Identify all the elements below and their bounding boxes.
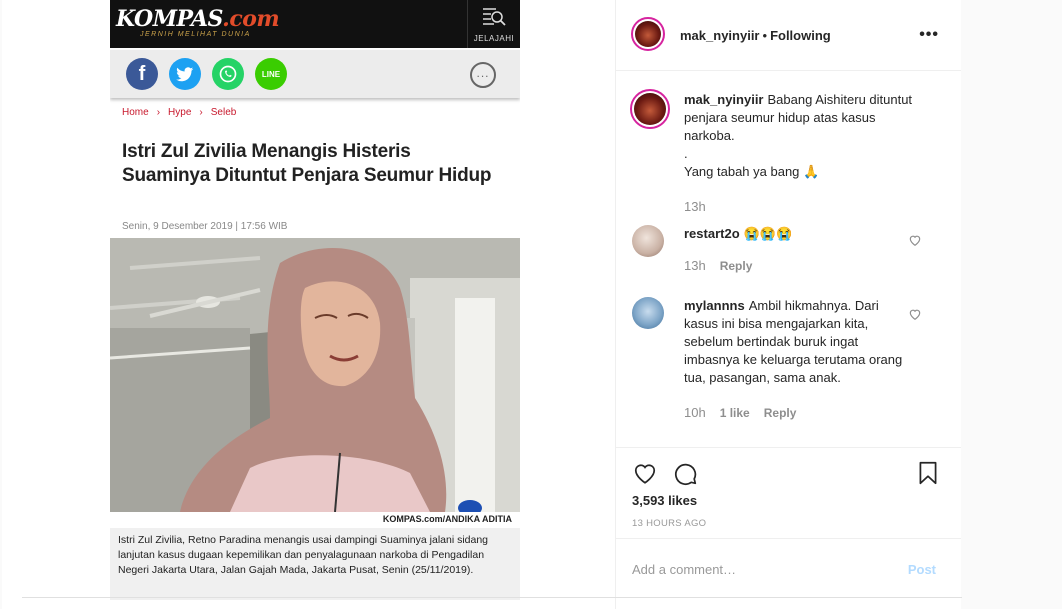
breadcrumb-hype: Hype xyxy=(168,107,192,118)
comment-body: mak_nyinyiir Babang Aishiteru dituntut pe… xyxy=(684,91,914,181)
comment-meta: 13h xyxy=(684,199,720,214)
header-user-line: mak_nyinyiir • Following xyxy=(680,28,831,43)
more-options-button[interactable]: ••• xyxy=(919,26,939,44)
heart-icon[interactable] xyxy=(632,460,658,486)
whatsapp-icon xyxy=(212,58,244,90)
post-timestamp: 13 HOURS AGO xyxy=(632,518,707,529)
comment-text-line2: . xyxy=(684,146,688,161)
facebook-icon: f xyxy=(126,58,158,90)
woman-crying-photo xyxy=(110,238,520,512)
breadcrumb-seleb: Seleb xyxy=(210,107,237,118)
reply-button[interactable]: Reply xyxy=(720,259,753,273)
instagram-post: KOMPAS.com JERNIH MELIHAT DUNIA JELAJAHI xyxy=(2,0,961,609)
comment-username[interactable]: mak_nyinyiir xyxy=(684,92,764,107)
post-actions: 3,593 likes 13 HOURS AGO xyxy=(616,448,961,539)
list-item: mylannns Ambil hikmahnya. Dari kasus ini … xyxy=(632,297,942,427)
breadcrumb: Home › Hype › Seleb xyxy=(122,107,236,118)
comments-list[interactable]: mak_nyinyiir Babang Aishiteru dituntut pe… xyxy=(616,71,961,448)
comment-text-line3: Yang tabah ya bang 🙏 xyxy=(684,164,820,179)
reply-button[interactable]: Reply xyxy=(764,406,797,420)
share-bar: f LINE ... xyxy=(110,50,520,98)
avatar[interactable] xyxy=(630,89,670,129)
instagram-sidebar: mak_nyinyiir • Following ••• mak_nyinyiir B… xyxy=(615,0,961,609)
kompas-logo-text: KOMPAS xyxy=(116,6,223,32)
header-separator: • xyxy=(762,28,768,43)
likes-count[interactable]: 3,593 likes xyxy=(632,493,697,508)
list-item: mak_nyinyiir Babang Aishiteru dituntut pe… xyxy=(630,89,942,214)
add-comment-input[interactable]: Add a comment… xyxy=(632,562,736,577)
comment-time[interactable]: 13h xyxy=(684,199,706,214)
article-date: Senin, 9 Desember 2019 | 17:56 WIB xyxy=(122,221,288,232)
caption-box: Istri Zul Zivilia, Retno Paradina menang… xyxy=(110,528,520,600)
header-username[interactable]: mak_nyinyiir xyxy=(680,28,760,43)
whatsapp-phone-icon xyxy=(219,65,237,83)
comment-time[interactable]: 13h xyxy=(684,258,706,273)
bookmark-icon[interactable] xyxy=(915,460,941,486)
comment-meta: 13h Reply xyxy=(684,258,766,273)
like-comment-heart-icon[interactable] xyxy=(908,307,922,321)
comment-username[interactable]: mylannns xyxy=(684,298,745,313)
comment-time[interactable]: 10h xyxy=(684,405,706,420)
kompas-logo-domain: .com xyxy=(222,6,280,32)
post-comment-button[interactable]: Post xyxy=(908,562,936,577)
photo-caption: Istri Zul Zivilia, Retno Paradina menang… xyxy=(118,534,489,576)
avatar-image xyxy=(635,21,661,47)
divider xyxy=(22,597,962,598)
kompas-tagline: JERNIH MELIHAT DUNIA xyxy=(140,31,251,38)
comment-icon[interactable] xyxy=(672,460,698,486)
article-photo xyxy=(110,238,520,512)
comment-username[interactable]: restart2o xyxy=(684,226,740,241)
jelajahi-menu: JELAJAHI xyxy=(467,0,520,48)
like-comment-heart-icon[interactable] xyxy=(908,233,922,247)
breadcrumb-separator: › xyxy=(199,107,203,118)
comment-likes[interactable]: 1 like xyxy=(720,406,750,420)
twitter-bird-icon xyxy=(176,66,194,81)
comment-body: restart2o 😭😭😭 xyxy=(684,225,914,243)
jelajahi-label: JELAJAHI xyxy=(473,34,515,43)
comment-body: mylannns Ambil hikmahnya. Dari kasus ini … xyxy=(684,297,914,387)
line-icon: LINE xyxy=(255,58,287,90)
avatar-image xyxy=(634,93,666,125)
kompas-header: KOMPAS.com JERNIH MELIHAT DUNIA JELAJAHI xyxy=(110,0,520,48)
avatar[interactable] xyxy=(632,225,664,257)
avatar[interactable] xyxy=(632,297,664,329)
twitter-icon xyxy=(169,58,201,90)
photo-credit: KOMPAS.com/ANDIKA ADITIA xyxy=(382,514,512,524)
breadcrumb-home: Home xyxy=(122,107,149,118)
following-button[interactable]: Following xyxy=(770,28,831,43)
article-title: Istri Zul Zivilia Menangis Histeris Suam… xyxy=(122,141,492,186)
post-header: mak_nyinyiir • Following ••• xyxy=(616,0,961,71)
list-item: restart2o 😭😭😭 13h Reply xyxy=(632,225,942,275)
comment-text: 😭😭😭 xyxy=(743,226,793,241)
menu-search-icon xyxy=(483,8,506,26)
post-image[interactable]: KOMPAS.com JERNIH MELIHAT DUNIA JELAJAHI xyxy=(2,0,615,609)
kompas-logo: KOMPAS.com xyxy=(116,6,280,32)
article-screenshot: KOMPAS.com JERNIH MELIHAT DUNIA JELAJAHI xyxy=(110,0,520,600)
breadcrumb-separator: › xyxy=(156,107,161,118)
comment-meta: 10h 1 like Reply xyxy=(684,405,810,420)
comment-bubble-icon: ... xyxy=(470,62,496,88)
avatar[interactable] xyxy=(631,17,665,51)
